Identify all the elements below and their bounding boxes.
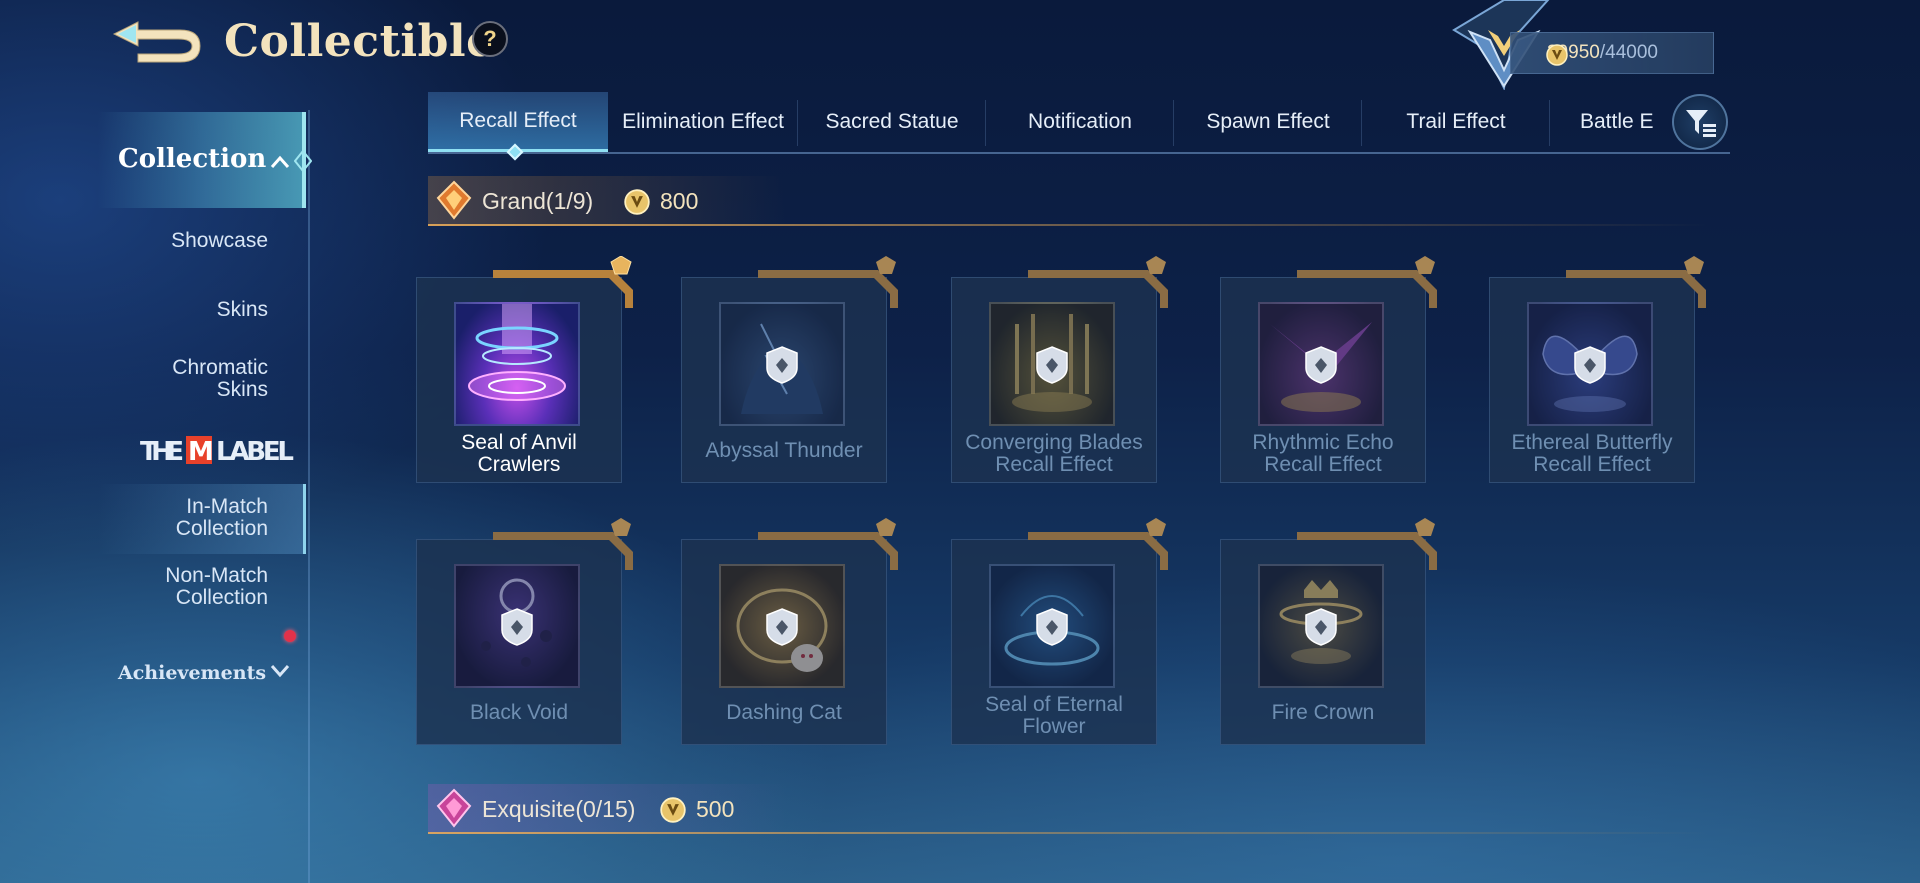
section-exquisite: Exquisite(0/15) 500 <box>428 784 1708 834</box>
item-name: Dashing Cat <box>726 701 842 724</box>
tab-battle-effect[interactable]: Battle E <box>1550 92 1670 152</box>
tab-label: Elimination Effect <box>622 110 784 133</box>
sidebar-item-in-match-label: In-Match Collection <box>175 495 268 540</box>
gem-icon <box>436 180 472 220</box>
seal-art-icon <box>468 304 566 401</box>
lock-icon <box>501 608 533 646</box>
card-gold-trim <box>1297 256 1437 308</box>
card-gold-trim <box>758 256 898 308</box>
section-label: Grand(1/9) <box>482 188 594 214</box>
item-card-abyssal-thunder[interactable]: Abyssal Thunder <box>681 256 898 483</box>
tab-label: Trail Effect <box>1406 110 1506 133</box>
card-gold-trim <box>1028 518 1168 570</box>
section-divider <box>428 224 1708 226</box>
item-name: Abyssal Thunder <box>705 439 863 462</box>
coin-icon <box>660 797 686 823</box>
item-card-dashing-cat[interactable]: Dashing Cat <box>681 518 898 745</box>
lock-icon <box>1036 608 1068 646</box>
item-thumbnail <box>989 302 1115 426</box>
item-card-black-void[interactable]: Black Void <box>416 518 633 745</box>
tabs-underline <box>428 152 1730 154</box>
item-name: Seal of Eternal Flower <box>985 693 1123 738</box>
coin-icon <box>624 189 650 215</box>
filter-icon <box>1686 110 1716 137</box>
page-title: Collectible <box>224 16 495 67</box>
section-cost: 800 <box>660 188 699 214</box>
gem-icon <box>436 788 472 828</box>
chevron-down-icon <box>270 665 290 678</box>
card-gold-trim <box>758 518 898 570</box>
item-thumbnail <box>1258 564 1384 688</box>
coin-icon <box>1546 44 1568 66</box>
back-arrow-icon[interactable] <box>108 14 204 66</box>
tab-trail-effect[interactable]: Trail Effect <box>1362 92 1550 152</box>
tab-recall-effect[interactable]: Recall Effect <box>428 92 608 152</box>
lock-icon <box>766 346 798 384</box>
section-cost: 500 <box>696 796 735 822</box>
tab-label: Recall Effect <box>459 108 577 132</box>
mlabel-logo: THE M LABEL <box>140 436 294 467</box>
card-gold-trim <box>1566 256 1706 308</box>
item-card-converging-blades[interactable]: Converging Blades Recall Effect <box>951 256 1168 483</box>
item-thumbnail <box>454 564 580 688</box>
sidebar-collection-label: Collection <box>118 144 267 174</box>
sidebar-item-achievements[interactable]: Achievements <box>118 662 266 684</box>
sidebar-item-showcase[interactable]: Showcase <box>171 230 268 252</box>
tab-label: Notification <box>1028 110 1132 133</box>
tab-notification[interactable]: Notification <box>986 92 1174 152</box>
filter-button[interactable] <box>1672 94 1728 150</box>
tab-sacred-statue[interactable]: Sacred Statue <box>798 92 986 152</box>
svg-text:THE: THE <box>140 437 184 467</box>
item-thumbnail <box>719 302 845 426</box>
notification-dot <box>284 630 296 642</box>
section-divider <box>428 832 1708 834</box>
section-label: Exquisite(0/15) <box>482 796 636 822</box>
card-gold-trim <box>493 256 633 308</box>
card-gold-trim <box>1028 256 1168 308</box>
section-grand: Grand(1/9) 800 <box>428 176 1708 226</box>
lock-icon <box>1574 346 1606 384</box>
item-name: Seal of Anvil Crawlers <box>461 431 577 476</box>
points-counter: 39950/44000 <box>1510 32 1714 74</box>
item-card-ethereal-butterfly[interactable]: Ethereal Butterfly Recall Effect <box>1489 256 1706 483</box>
lock-icon <box>1036 346 1068 384</box>
lock-icon <box>1305 608 1337 646</box>
help-button[interactable]: ? <box>472 21 508 57</box>
item-name: Fire Crown <box>1271 701 1375 724</box>
lock-icon <box>1305 346 1337 384</box>
item-name: Ethereal Butterfly Recall Effect <box>1511 431 1673 476</box>
tab-elimination-effect[interactable]: Elimination Effect <box>608 92 798 152</box>
achievements-label: Achievements <box>118 662 267 684</box>
category-tabs: Recall Effect Elimination Effect Sacred … <box>428 92 1728 154</box>
item-card-rhythmic-echo[interactable]: Rhythmic Echo Recall Effect <box>1220 256 1437 483</box>
sidebar-item-collection[interactable]: Collection <box>98 112 312 208</box>
item-card-fire-crown[interactable]: Fire Crown <box>1220 518 1437 745</box>
item-thumbnail <box>454 302 580 426</box>
lock-icon <box>766 608 798 646</box>
sidebar-item-skins[interactable]: Skins <box>217 299 268 321</box>
item-card-seal-of-eternal-flower[interactable]: Seal of Eternal Flower <box>951 518 1168 745</box>
sidebar: Collection Showcase Skins Chromatic Skin… <box>98 110 312 883</box>
card-gold-trim <box>1297 518 1437 570</box>
tab-label: Sacred Statue <box>825 110 959 133</box>
tab-label: Spawn Effect <box>1206 110 1330 133</box>
item-name: Converging Blades Recall Effect <box>965 431 1143 476</box>
item-thumbnail <box>989 564 1115 688</box>
card-gold-trim <box>493 518 633 570</box>
sidebar-item-non-match-collection[interactable]: Non-Match Collection <box>138 565 268 609</box>
svg-text:LABEL: LABEL <box>216 437 294 467</box>
item-thumbnail <box>719 564 845 688</box>
tab-label: Battle E <box>1580 110 1654 133</box>
item-card-seal-of-anvil-crawlers[interactable]: Seal of Anvil Crawlers <box>416 256 633 483</box>
tab-spawn-effect[interactable]: Spawn Effect <box>1174 92 1362 152</box>
chevron-up-icon <box>270 155 290 168</box>
svg-text:M: M <box>188 437 214 467</box>
item-thumbnail <box>1527 302 1653 426</box>
item-name: Black Void <box>469 701 569 724</box>
diamond-marker-icon <box>294 150 312 172</box>
points-max: /44000 <box>1599 42 1658 63</box>
item-name: Rhythmic Echo Recall Effect <box>1252 431 1394 476</box>
item-thumbnail <box>1258 302 1384 426</box>
sidebar-item-chromatic-skins[interactable]: Chromatic Skins <box>158 357 268 401</box>
